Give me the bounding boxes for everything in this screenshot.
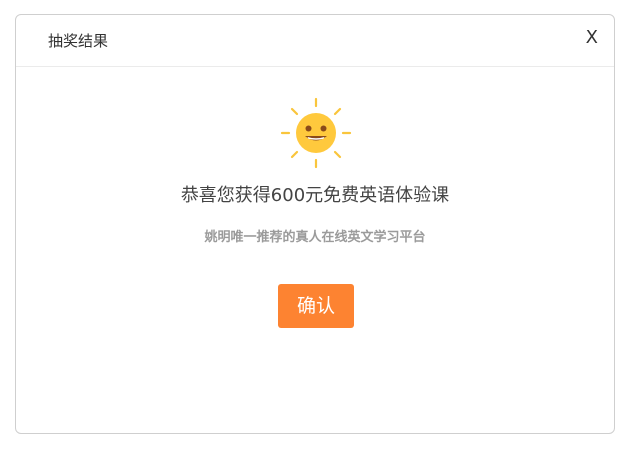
dialog-header: 抽奖结果 X <box>16 15 614 67</box>
dialog-title: 抽奖结果 <box>48 32 109 50</box>
prize-subtitle: 姚明唯一推荐的真人在线英文学习平台 <box>204 230 426 245</box>
lottery-result-dialog: 抽奖结果 X 恭喜您获得600元免费英语体验课 姚明唯一推荐的真人在线英文学习平… <box>15 14 615 434</box>
confirm-button[interactable]: 确认 <box>278 284 354 328</box>
smiling-sun-icon <box>280 97 352 169</box>
prize-message: 恭喜您获得600元免费英语体验课 <box>180 185 450 206</box>
close-button[interactable]: X <box>586 27 598 49</box>
